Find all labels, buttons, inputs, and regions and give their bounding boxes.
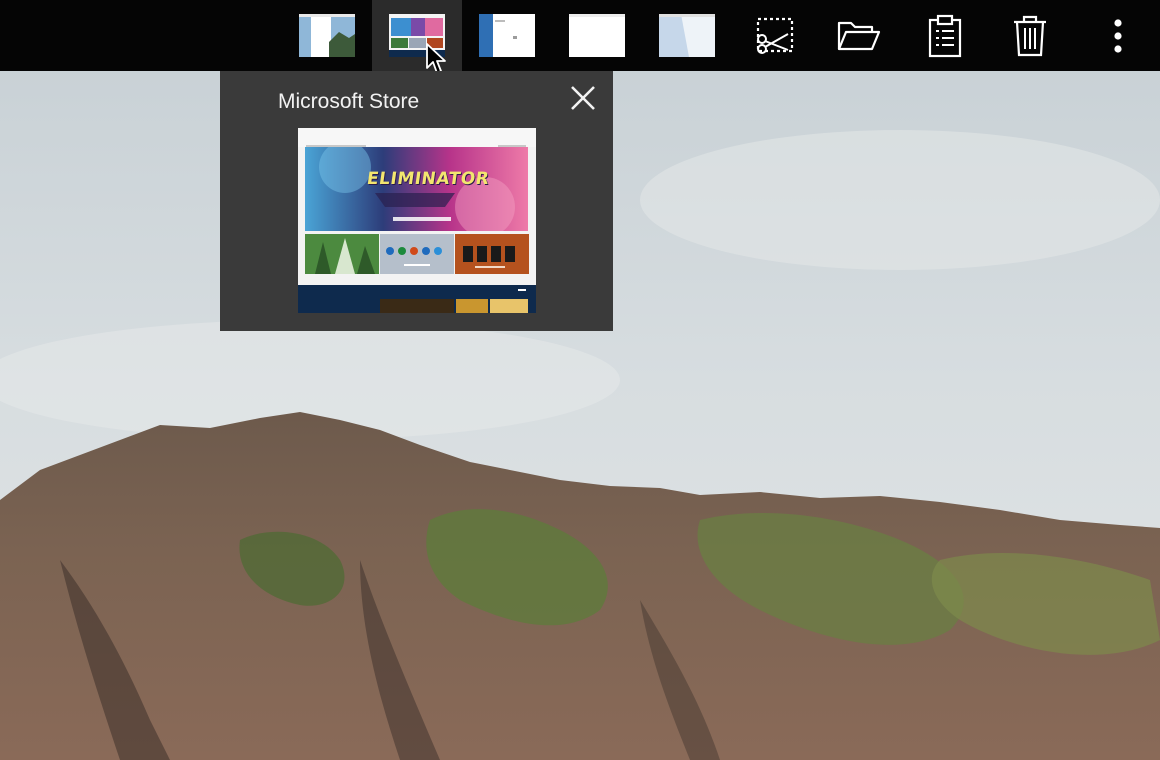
window-thumbnail-image <box>299 14 355 57</box>
snip-icon <box>752 16 798 56</box>
more-options-button[interactable] <box>1075 0 1160 71</box>
preview-bottom-banner <box>298 285 536 313</box>
preview-hero-logo: ELIMINATOR <box>365 169 491 189</box>
window-thumbnail-image <box>659 14 715 57</box>
window-thumbnail-4[interactable] <box>552 0 642 71</box>
close-icon <box>570 85 596 116</box>
window-thumbnail-image <box>569 14 625 57</box>
preview-card-1 <box>305 234 379 274</box>
window-preview-popup: Microsoft Store ELIMINATOR <box>220 71 613 331</box>
delete-button[interactable] <box>987 0 1073 71</box>
popup-title: Microsoft Store <box>278 90 420 113</box>
clipboard-button[interactable] <box>902 0 988 71</box>
preview-card-3 <box>455 234 529 274</box>
top-toolbar <box>0 0 1160 71</box>
preview-card-2 <box>380 234 454 274</box>
window-thumbnail-3[interactable] <box>462 0 552 71</box>
trash-icon <box>1012 14 1048 58</box>
window-thumbnail-5[interactable] <box>642 0 732 71</box>
window-thumbnail-image <box>479 14 535 57</box>
preview-hero-banner: ELIMINATOR <box>305 147 528 231</box>
close-preview-button[interactable] <box>566 85 600 115</box>
preview-hero-tagline <box>393 217 451 221</box>
snip-button[interactable] <box>732 0 818 71</box>
preview-title-bar <box>298 128 536 138</box>
open-folder-button[interactable] <box>816 0 902 71</box>
more-options-icon <box>1112 18 1124 54</box>
preview-nav-bar <box>298 138 536 147</box>
window-thumbnail-1[interactable] <box>282 0 372 71</box>
clipboard-icon <box>927 14 963 58</box>
open-folder-icon <box>836 18 882 54</box>
window-preview-image[interactable]: ELIMINATOR <box>298 128 536 313</box>
